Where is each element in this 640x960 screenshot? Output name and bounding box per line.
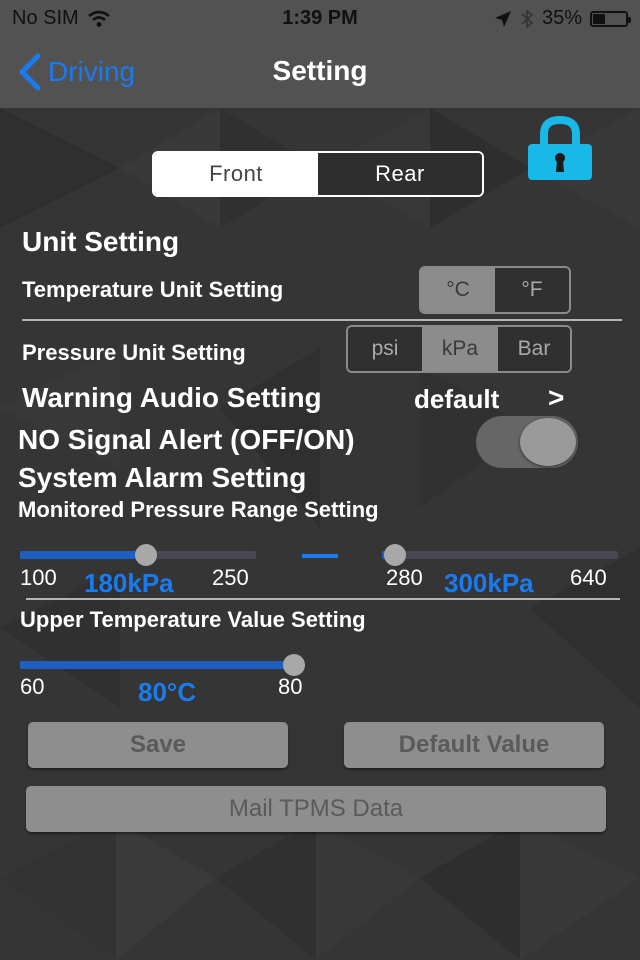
location-arrow-icon xyxy=(494,10,511,27)
high-pressure-value: 300kPa xyxy=(444,568,534,598)
pressure-unit-label: Pressure Unit Setting xyxy=(22,340,246,365)
high-pressure-max: 640 xyxy=(570,565,607,590)
divider xyxy=(26,598,620,600)
slider-thumb[interactable] xyxy=(384,544,407,566)
battery-icon xyxy=(590,10,631,27)
mail-tpms-data-button[interactable]: Mail TPMS Data xyxy=(26,786,606,832)
upper-temp-slider[interactable] xyxy=(20,654,305,676)
no-signal-alert-toggle[interactable] xyxy=(476,416,578,468)
temperature-unit-selector: °C °F xyxy=(419,266,571,314)
navigation-bar: Driving Setting xyxy=(0,38,640,108)
pressure-unit-kpa[interactable]: kPa xyxy=(422,327,498,371)
low-pressure-min: 100 xyxy=(20,565,57,590)
low-pressure-slider[interactable] xyxy=(20,544,256,566)
unit-setting-heading: Unit Setting xyxy=(22,226,180,257)
default-value-button[interactable]: Default Value xyxy=(344,722,604,768)
low-pressure-value: 180kPa xyxy=(84,568,174,598)
temperature-unit-label: Temperature Unit Setting xyxy=(22,277,284,302)
upper-temp-max: 80 xyxy=(278,674,303,699)
slider-thumb[interactable] xyxy=(283,654,305,676)
toggle-knob xyxy=(520,418,576,466)
pressure-range-label: Monitored Pressure Range Setting xyxy=(18,497,379,522)
temp-unit-celsius[interactable]: °C xyxy=(421,268,495,312)
tab-rear[interactable]: Rear xyxy=(318,153,482,195)
battery-percent: 35% xyxy=(541,7,582,29)
warning-audio-chevron-icon[interactable]: > xyxy=(548,382,564,414)
upper-temp-min: 60 xyxy=(20,674,45,699)
pressure-unit-selector: psi kPa Bar xyxy=(346,325,572,373)
tab-front[interactable]: Front xyxy=(154,153,318,195)
high-pressure-min: 280 xyxy=(386,565,423,590)
status-bar: No SIM 1:39 PM 35% xyxy=(0,0,640,38)
high-pressure-slider[interactable] xyxy=(382,544,618,566)
save-button[interactable]: Save xyxy=(28,722,288,768)
system-alarm-heading: System Alarm Setting xyxy=(18,462,307,493)
warning-audio-value[interactable]: default xyxy=(414,384,499,415)
pressure-unit-bar[interactable]: Bar xyxy=(498,327,570,371)
divider xyxy=(22,319,622,321)
slider-fill xyxy=(20,551,146,559)
slider-fill xyxy=(20,661,294,669)
warning-audio-label: Warning Audio Setting xyxy=(22,382,322,413)
low-pressure-max: 250 xyxy=(212,565,249,590)
pressure-unit-psi[interactable]: psi xyxy=(348,327,422,371)
no-signal-alert-label: NO Signal Alert (OFF/ON) xyxy=(18,424,355,455)
upper-temp-value: 80°C xyxy=(138,677,197,707)
slider-thumb[interactable] xyxy=(134,544,157,566)
page-title: Setting xyxy=(272,55,368,86)
axle-selector: Front Rear xyxy=(152,151,484,197)
temp-unit-fahrenheit[interactable]: °F xyxy=(495,268,569,312)
range-separator xyxy=(302,554,338,558)
lock-icon[interactable] xyxy=(526,116,594,182)
bluetooth-icon xyxy=(521,8,534,29)
upper-temp-label: Upper Temperature Value Setting xyxy=(20,607,366,632)
